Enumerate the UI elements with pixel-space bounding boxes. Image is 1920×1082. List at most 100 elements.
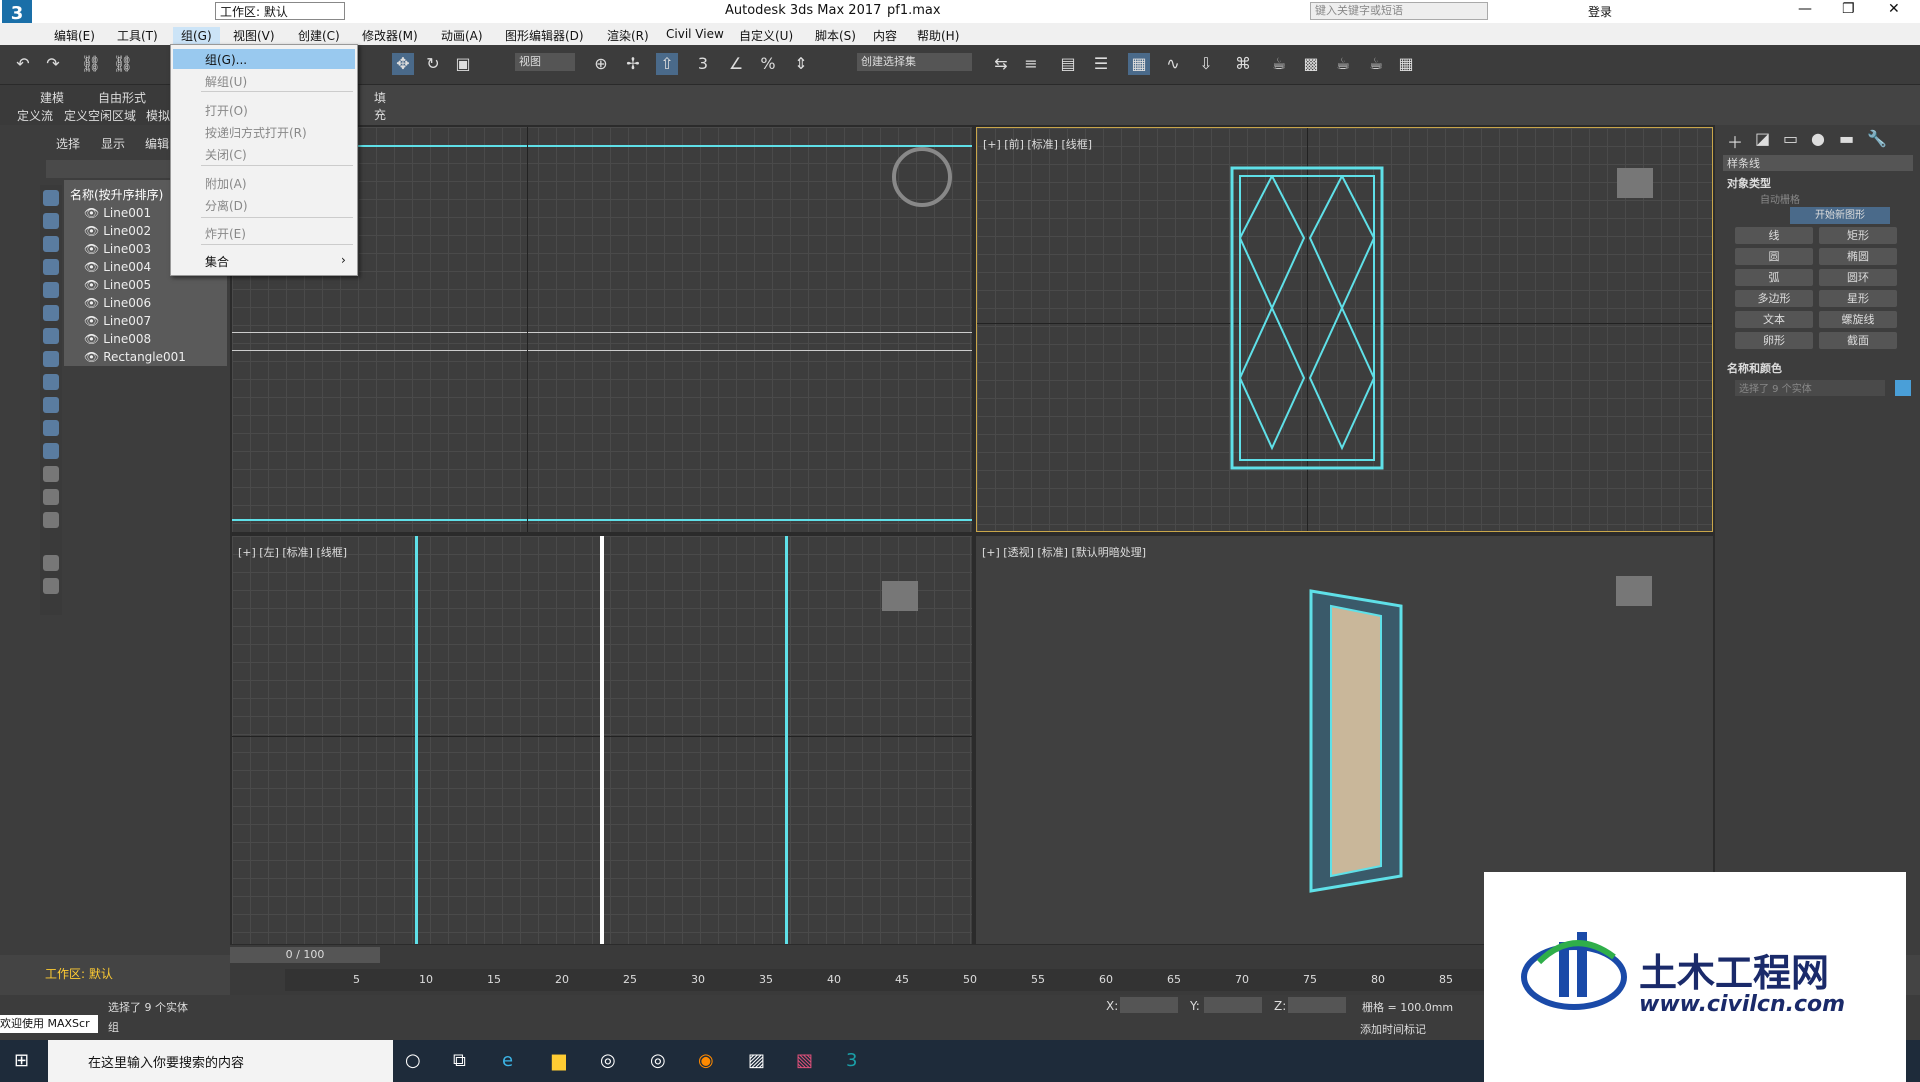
display-all-icon[interactable] [43,466,59,482]
render-layout-icon[interactable]: ▦ [1395,53,1417,75]
list-item[interactable]: 👁 Rectangle001 [84,350,186,364]
eye-icon[interactable]: 👁 [84,296,99,310]
login-link[interactable]: 登录 [1588,3,1612,20]
undo-icon[interactable]: ↶ [12,53,34,75]
unlink-icon[interactable]: ⛓ [112,53,134,75]
menu-scripting[interactable]: 脚本(S) [815,27,856,44]
invert-display-icon[interactable] [43,512,59,528]
viewcube-icon[interactable] [882,581,918,611]
file-explorer-icon[interactable]: ▆ [552,1050,566,1071]
select-manipulate-icon[interactable]: ✢ [622,53,644,75]
app-icon[interactable]: ▧ [796,1050,813,1071]
display-tab-icon[interactable]: ▬ [1839,129,1854,148]
create-section-button[interactable]: 截面 [1819,332,1897,349]
selection-set-dropdown[interactable]: 创建选择集 [857,53,972,71]
taskbar-search[interactable]: 在这里输入你要搜索的内容 [48,1040,393,1082]
list-item[interactable]: 👁 Line002 [84,224,151,238]
menu-modifiers[interactable]: 修改器(M) [362,27,418,44]
create-line-button[interactable]: 线 [1735,227,1813,244]
restore-icon[interactable]: ❐ [1842,1,1855,17]
menu-item-detach[interactable]: 分离(D) [205,197,248,214]
eye-icon[interactable]: 👁 [84,350,99,364]
filter-lights-icon[interactable] [43,236,59,252]
app-icon[interactable]: ▨ [748,1050,765,1071]
menu-tools[interactable]: 工具(T) [117,27,158,44]
viewcube-icon[interactable] [892,147,952,207]
create-star-button[interactable]: 星形 [1819,290,1897,307]
filter-funnel-icon[interactable] [43,555,59,571]
viewport-label[interactable]: [+] [前] [标准] [线框] [983,136,1092,152]
create-text-button[interactable]: 文本 [1735,311,1813,328]
scene-tab-display[interactable]: 显示 [101,135,125,152]
ribbon-sub-idle[interactable]: 定义空闲区域 [64,107,136,124]
viewport-left[interactable]: [+] [左] [标准] [线框] [232,536,972,944]
render-production-icon[interactable]: ☕ [1365,53,1387,75]
add-time-tag[interactable]: 添加时间标记 [1360,1021,1426,1037]
eye-icon[interactable]: 👁 [84,314,99,328]
task-view-icon[interactable]: ⧉ [453,1050,466,1071]
search-input[interactable]: 键入关键字或短语 [1310,2,1488,20]
menu-graph-editors[interactable]: 图形编辑器(D) [505,27,584,44]
menu-item-explode[interactable]: 炸开(E) [205,225,246,242]
render-frame-icon[interactable]: ▩ [1300,53,1322,75]
maxscript-listener[interactable]: 欢迎使用 MAXScr [0,1015,98,1033]
ribbon-sub-sim[interactable]: 模拟 [146,107,170,124]
windows-start-icon[interactable]: ⊞ [14,1050,29,1071]
view-dropdown[interactable]: 视图 [515,53,575,71]
list-item[interactable]: 👁 Line006 [84,296,151,310]
eye-icon[interactable]: 👁 [84,332,99,346]
create-rectangle-button[interactable]: 矩形 [1819,227,1897,244]
start-new-shape-button[interactable]: 开始新图形 [1790,207,1890,224]
menu-animation[interactable]: 动画(A) [441,27,483,44]
menu-content[interactable]: 内容 [873,27,897,44]
firefox-icon[interactable]: ◉ [698,1050,714,1071]
menu-group[interactable]: 组(G) [173,27,220,44]
viewcube-icon[interactable] [1617,168,1653,198]
modify-tab-icon[interactable]: ◪ [1755,129,1770,148]
create-egg-button[interactable]: 卵形 [1735,332,1813,349]
object-name-input[interactable]: 选择了 9 个实体 [1735,380,1885,396]
filter-geometry-icon[interactable] [43,190,59,206]
filter-cameras-icon[interactable] [43,259,59,275]
ribbon-tab-modeling[interactable]: 建模 [40,89,64,106]
toggle-ribbon-icon[interactable]: ☰ [1090,53,1112,75]
keyboard-shortcut-icon[interactable]: ⇧ [656,53,678,75]
list-item[interactable]: 👁 Line003 [84,242,151,256]
edge-icon[interactable]: e [502,1050,513,1071]
filter-frozen-icon[interactable] [43,420,59,436]
align-icon[interactable]: ≡ [1020,53,1042,75]
link-icon[interactable]: ⛓ [80,53,102,75]
scene-tab-select[interactable]: 选择 [56,135,80,152]
app-icon[interactable]: ◎ [650,1050,666,1071]
menu-item-attach[interactable]: 附加(A) [205,175,247,192]
filter-xrefs-icon[interactable] [43,351,59,367]
create-donut-button[interactable]: 圆环 [1819,269,1897,286]
time-slider[interactable]: 0 / 100 [230,947,380,963]
filter-spacewarps-icon[interactable] [43,305,59,321]
list-item[interactable]: 👁 Line007 [84,314,151,328]
eye-icon[interactable]: 👁 [84,242,99,256]
move-icon[interactable]: ✥ [392,53,414,75]
menu-view[interactable]: 视图(V) [233,27,275,44]
curve-editor-icon[interactable]: ∿ [1162,53,1184,75]
create-ellipse-button[interactable]: 椭圆 [1819,248,1897,265]
schematic-view-icon[interactable]: ⌘ [1232,53,1254,75]
y-coordinate-input[interactable] [1204,997,1262,1013]
scale-icon[interactable]: ▣ [452,53,474,75]
menu-item-close[interactable]: 关闭(C) [205,146,247,163]
app-icon[interactable]: ◎ [600,1050,616,1071]
scene-tab-edit[interactable]: 编辑 [145,135,169,152]
workspace-selector[interactable]: 工作区: 默认 [215,2,345,20]
filter-helpers-icon[interactable] [43,282,59,298]
viewcube-icon[interactable] [1616,576,1652,606]
auto-grid-checkbox[interactable]: 自动栅格 [1760,191,1800,206]
percent-snap-icon[interactable]: % [757,53,779,75]
category-dropdown[interactable]: 样条线 [1723,155,1913,171]
menu-item-assembly[interactable]: 集合 [205,253,229,270]
eye-icon[interactable]: 👁 [84,278,99,292]
menu-item-ungroup[interactable]: 解组(U) [205,73,247,90]
create-ngon-button[interactable]: 多边形 [1735,290,1813,307]
spinner-snap-icon[interactable]: ⇕ [790,53,812,75]
create-arc-button[interactable]: 弧 [1735,269,1813,286]
ribbon-tab-fill[interactable]: 填充 [374,89,386,123]
